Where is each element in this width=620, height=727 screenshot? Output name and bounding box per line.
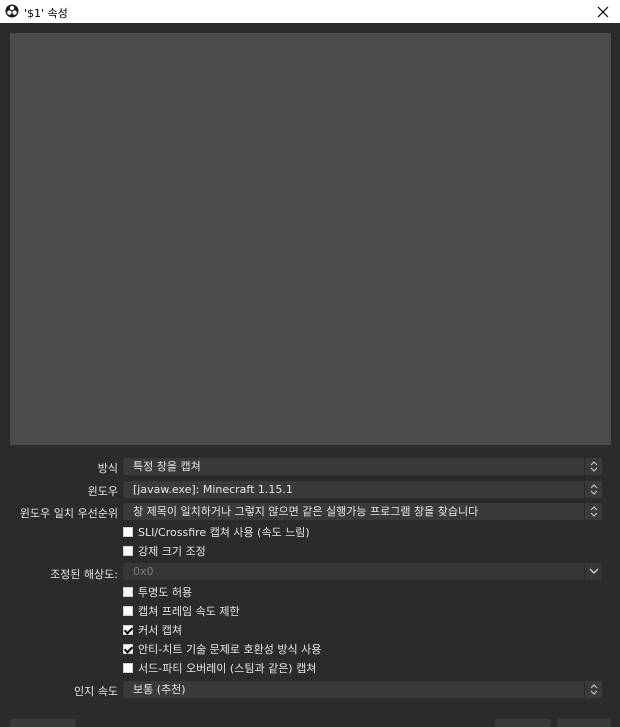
- anticheat-label: 안티-치트 기술 문제로 호환성 방식 사용: [138, 643, 322, 656]
- updown-arrow-icon: [584, 481, 602, 498]
- title-bar: '$1' 속성: [0, 0, 620, 23]
- chevron-down-icon: [584, 563, 602, 580]
- close-icon: [597, 6, 609, 17]
- obs-logo-icon: [5, 4, 19, 18]
- updown-arrow-icon: [584, 503, 602, 520]
- anticheat-checkbox[interactable]: [123, 644, 133, 654]
- sli-checkbox-row[interactable]: SLI/Crossfire 캡쳐 사용 (속도 느림): [123, 524, 310, 540]
- capture-cursor-checkbox-row[interactable]: 커서 캡쳐: [123, 622, 182, 638]
- scaled-res-value: 0x0: [133, 565, 154, 578]
- limit-framerate-checkbox[interactable]: [123, 606, 133, 616]
- force-scale-checkbox[interactable]: [123, 546, 133, 556]
- scaled-res-select[interactable]: 0x0: [123, 563, 602, 580]
- updown-arrow-icon: [584, 458, 602, 475]
- capture-cursor-label: 커서 캡쳐: [138, 624, 182, 637]
- priority-value: 창 제목이 일치하거나 그렇지 않으면 같은 실행가능 프로그램 창을 찾습니다: [133, 505, 479, 518]
- ok-button[interactable]: [495, 719, 551, 727]
- overlays-checkbox-row[interactable]: 서드-파티 오버레이 (스팀과 같은) 캡쳐: [123, 660, 316, 676]
- mode-value: 특정 창을 캡쳐: [133, 460, 201, 473]
- priority-select[interactable]: 창 제목이 일치하거나 그렇지 않으면 같은 실행가능 프로그램 창을 찾습니다: [123, 503, 602, 520]
- capture-cursor-checkbox[interactable]: [123, 625, 133, 635]
- close-button[interactable]: [586, 0, 620, 23]
- hook-rate-select[interactable]: 보통 (추천): [123, 681, 602, 698]
- anticheat-checkbox-row[interactable]: 안티-치트 기술 문제로 호환성 방식 사용: [123, 641, 321, 657]
- window-label: 윈도우: [87, 485, 118, 498]
- hook-rate-label: 인지 속도: [74, 685, 118, 698]
- limit-framerate-checkbox-row[interactable]: 캡쳐 프레임 속도 제한: [123, 603, 240, 619]
- force-scale-checkbox-row[interactable]: 강제 크기 조정: [123, 543, 206, 559]
- window-select[interactable]: [javaw.exe]: Minecraft 1.15.1: [123, 481, 602, 498]
- hook-rate-value: 보통 (추천): [133, 683, 186, 696]
- window-title: '$1' 속성: [24, 7, 68, 20]
- defaults-button[interactable]: [10, 719, 76, 727]
- force-scale-label: 강제 크기 조정: [138, 545, 206, 558]
- overlays-label: 서드-파티 오버레이 (스팀과 같은) 캡쳐: [138, 662, 317, 675]
- limit-framerate-label: 캡쳐 프레임 속도 제한: [138, 605, 240, 618]
- mode-label: 방식: [97, 462, 118, 475]
- window-value: [javaw.exe]: Minecraft 1.15.1: [133, 483, 293, 496]
- scaled-res-label: 조정된 해상도:: [50, 568, 118, 581]
- transparency-checkbox[interactable]: [123, 587, 133, 597]
- preview-area: [10, 33, 611, 445]
- sli-checkbox[interactable]: [123, 527, 133, 537]
- sli-label: SLI/Crossfire 캡쳐 사용 (속도 느림): [138, 526, 310, 539]
- mode-select[interactable]: 특정 창을 캡쳐: [123, 458, 602, 475]
- updown-arrow-icon: [584, 681, 602, 698]
- overlays-checkbox[interactable]: [123, 663, 133, 673]
- transparency-label: 투명도 허용: [138, 586, 193, 599]
- transparency-checkbox-row[interactable]: 투명도 허용: [123, 584, 192, 600]
- priority-label: 윈도우 일치 우선순위: [19, 507, 118, 520]
- cancel-button[interactable]: [557, 719, 611, 727]
